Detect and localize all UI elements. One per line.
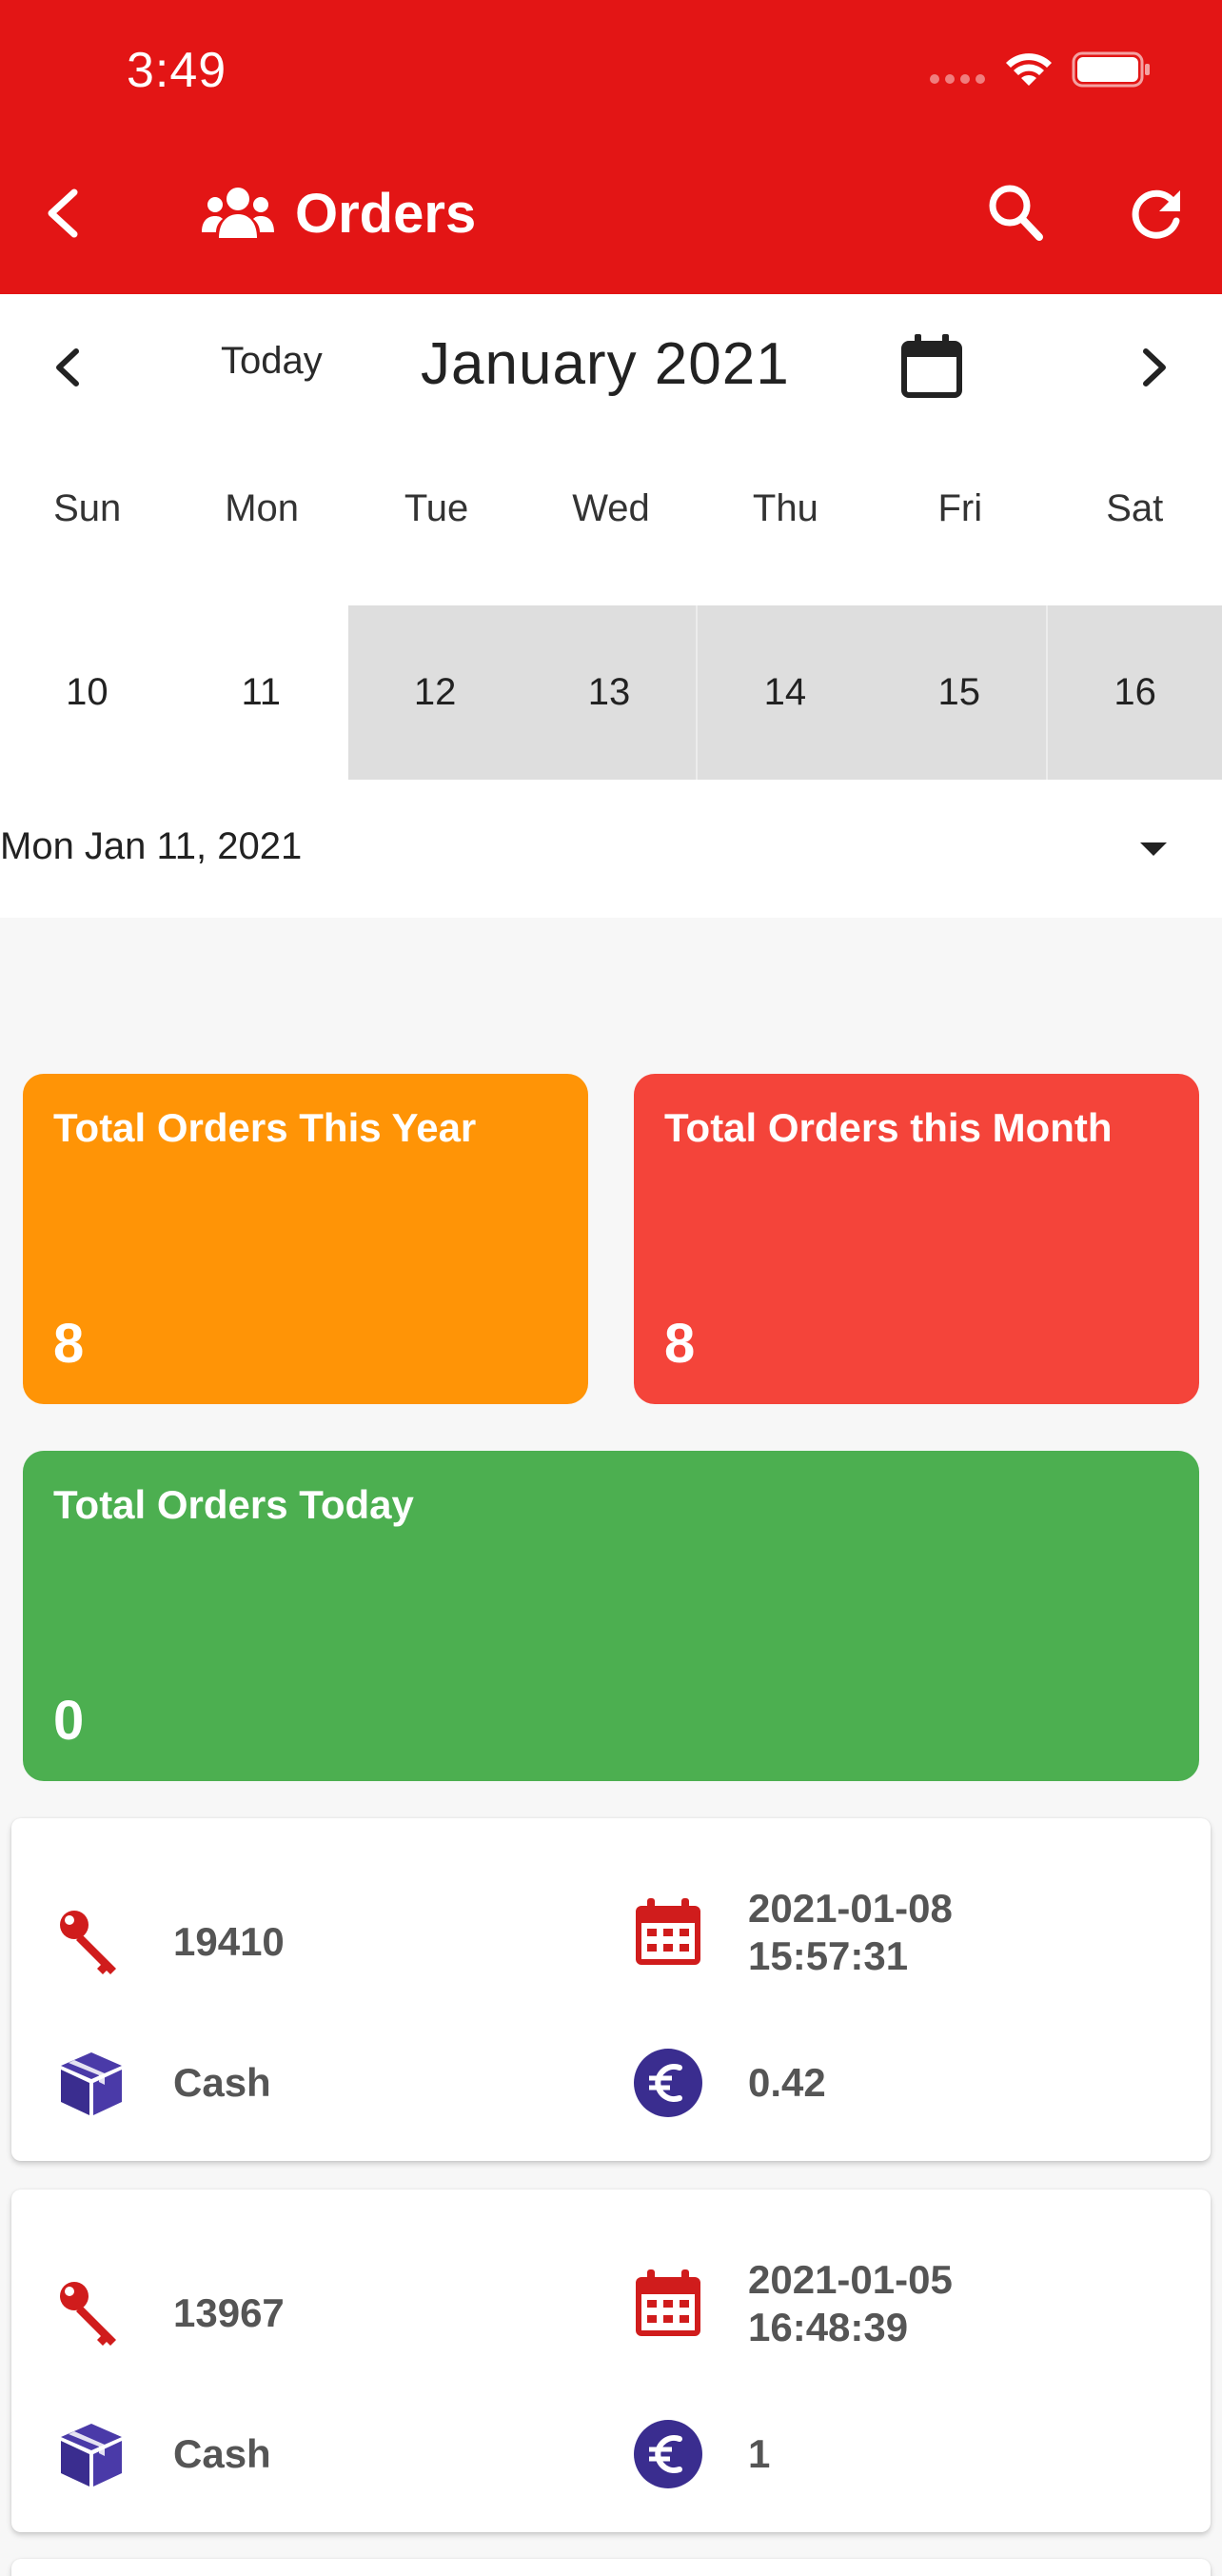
box-icon: [61, 2424, 122, 2487]
weekday-label: Wed: [572, 487, 650, 529]
caret-down-icon[interactable]: [1138, 841, 1169, 858]
weekday-header: Sun Mon Tue Wed Thu Fri Sat: [0, 475, 1222, 542]
tile-title: Total Orders This Year: [53, 1105, 477, 1150]
order-datetime: 2021-01-05 16:48:39: [748, 2256, 953, 2352]
day-cell[interactable]: 14: [696, 605, 873, 780]
euro-icon: [634, 2420, 702, 2488]
selected-date[interactable]: Mon Jan 11, 2021: [0, 825, 302, 868]
payment-method: Cash: [173, 2059, 271, 2105]
header-title-group: Orders: [202, 182, 477, 245]
order-card-partial[interactable]: [11, 2559, 1211, 2576]
month-label: January 2021: [421, 331, 790, 397]
order-id-cell: 19410: [55, 1906, 285, 1978]
order-card[interactable]: 19410 2021-01-08 15:57:31 Cash 0.42: [11, 1818, 1211, 2161]
total-orders-year-card: Total Orders This Year 8: [23, 1074, 588, 1404]
order-date-cell: 2021-01-05 16:48:39: [632, 2256, 953, 2352]
tile-value: 8: [53, 1313, 85, 1375]
amount-cell: 0.42: [632, 2047, 826, 2119]
refresh-button[interactable]: [1127, 183, 1184, 244]
order-time: 16:48:39: [748, 2305, 909, 2350]
prev-week-button[interactable]: [48, 342, 89, 393]
day-cell[interactable]: 10: [0, 605, 174, 780]
weekday-label: Sun: [53, 487, 122, 529]
calendar-picker-icon[interactable]: [898, 332, 965, 401]
order-time: 15:57:31: [748, 1933, 909, 1979]
weekday-label: Mon: [225, 487, 300, 529]
search-button[interactable]: [986, 181, 1045, 244]
key-icon: [60, 1911, 116, 1974]
status-time: 3:49: [127, 43, 227, 98]
payment-method: Cash: [173, 2430, 271, 2476]
day-cell[interactable]: 16: [1046, 605, 1222, 780]
day-cell[interactable]: 13: [522, 605, 697, 780]
total-orders-month-card: Total Orders this Month 8: [634, 1074, 1199, 1404]
signal-icon: [930, 74, 989, 84]
weekday-label: Sat: [1106, 487, 1164, 529]
order-datetime: 2021-01-08 15:57:31: [748, 1885, 953, 1981]
weekday-label: Tue: [404, 487, 469, 529]
euro-icon: [634, 2049, 702, 2117]
weekday-label: Thu: [752, 487, 818, 529]
payment-cell: Cash: [55, 2418, 271, 2490]
tile-value: 0: [53, 1690, 85, 1752]
app-bar: 3:49 Orders: [0, 0, 1222, 294]
tile-title: Total Orders this Month: [664, 1105, 1113, 1150]
amount-cell: 1: [632, 2418, 770, 2490]
calendar-strip: Today January 2021 Sun Mon Tue Wed Thu F…: [0, 294, 1222, 918]
page-title: Orders: [295, 182, 477, 245]
weekday-label: Fri: [937, 487, 983, 529]
battery-icon: [1072, 51, 1150, 88]
order-amount: 0.42: [748, 2059, 826, 2105]
calendar-icon: [636, 1898, 700, 1966]
order-amount: 1: [748, 2430, 771, 2476]
users-icon: [202, 188, 274, 238]
day-cell-selected[interactable]: 11: [174, 605, 348, 780]
today-button[interactable]: Today: [221, 340, 323, 383]
order-id: 13967: [173, 2289, 285, 2335]
order-date-cell: 2021-01-08 15:57:31: [632, 1885, 953, 1981]
calendar-icon: [636, 2269, 700, 2337]
tile-value: 8: [664, 1313, 696, 1375]
back-button[interactable]: [38, 183, 88, 244]
order-card[interactable]: 13967 2021-01-05 16:48:39 Cash 1: [11, 2190, 1211, 2532]
key-icon: [60, 2282, 116, 2346]
order-date: 2021-01-05: [748, 2257, 953, 2302]
tile-title: Total Orders Today: [53, 1482, 414, 1527]
order-id-cell: 13967: [55, 2277, 285, 2349]
order-date: 2021-01-08: [748, 1886, 953, 1931]
day-cell[interactable]: 15: [872, 605, 1047, 780]
order-id: 19410: [173, 1918, 285, 1964]
day-row: 10 11 12 13 14 15 16: [0, 605, 1222, 780]
wifi-icon: [1006, 53, 1052, 86]
payment-cell: Cash: [55, 2047, 271, 2119]
day-cell[interactable]: 12: [347, 605, 522, 780]
box-icon: [61, 2052, 122, 2115]
next-week-button[interactable]: [1133, 342, 1174, 393]
total-orders-today-card: Total Orders Today 0: [23, 1451, 1199, 1781]
